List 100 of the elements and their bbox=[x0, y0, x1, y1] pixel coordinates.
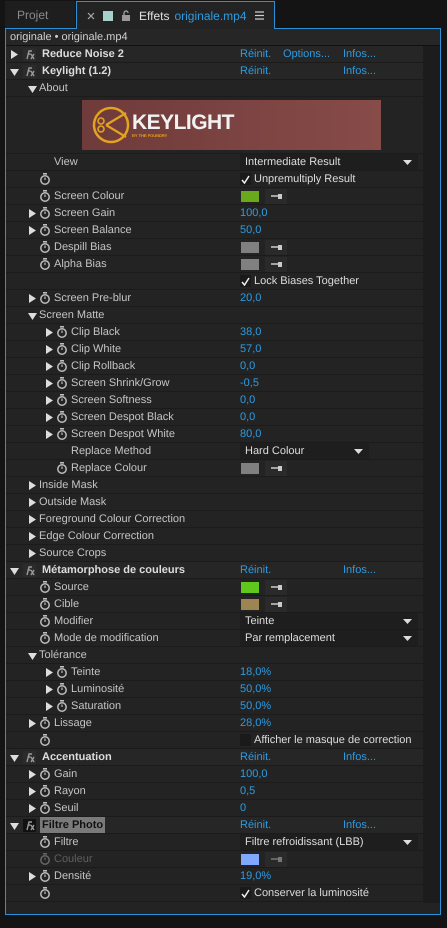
value-field[interactable]: 0,5 bbox=[240, 782, 256, 800]
disclosure-arrow-icon[interactable] bbox=[28, 208, 37, 218]
disclosure-arrow-icon[interactable] bbox=[28, 650, 37, 660]
value-field[interactable]: 0,0 bbox=[240, 392, 256, 408]
stopwatch-icon[interactable] bbox=[39, 785, 51, 797]
panel-tab[interactable]: Effets originale.mp4 bbox=[76, 1, 275, 29]
disclosure-arrow-icon[interactable] bbox=[45, 412, 54, 422]
effect-link[interactable]: Réinit. bbox=[240, 750, 272, 763]
group-label[interactable]: Foreground Colour Correction bbox=[39, 510, 186, 528]
stopwatch-icon[interactable] bbox=[56, 462, 68, 474]
effect-link[interactable]: Réinit. bbox=[240, 48, 272, 60]
close-icon[interactable] bbox=[87, 12, 95, 20]
color-swatch[interactable] bbox=[241, 190, 259, 202]
stopwatch-icon[interactable] bbox=[39, 734, 51, 746]
disclosure-arrow-icon[interactable] bbox=[28, 514, 37, 524]
stopwatch-icon[interactable] bbox=[39, 190, 51, 202]
effect-link[interactable]: Réinit. bbox=[240, 818, 272, 831]
disclosure-arrow-icon[interactable] bbox=[28, 718, 37, 728]
stopwatch-icon[interactable] bbox=[39, 224, 51, 236]
checkbox[interactable] bbox=[240, 275, 251, 287]
disclosure-arrow-icon[interactable] bbox=[45, 702, 54, 710]
stopwatch-icon[interactable] bbox=[39, 598, 51, 610]
disclosure-arrow-icon[interactable] bbox=[45, 362, 54, 370]
disclosure-arrow-icon[interactable] bbox=[10, 50, 19, 58]
value-field[interactable]: 50,0% bbox=[240, 680, 272, 698]
effect-name[interactable]: Reduce Noise 2 bbox=[40, 46, 126, 62]
value-field[interactable]: 20,0 bbox=[240, 290, 262, 306]
disclosure-arrow-icon[interactable] bbox=[10, 566, 19, 574]
effect-link[interactable]: Infos... bbox=[343, 564, 376, 576]
group-label[interactable]: Edge Colour Correction bbox=[39, 528, 154, 544]
disclosure-arrow-icon[interactable] bbox=[45, 430, 54, 438]
value-field[interactable]: 0 bbox=[240, 800, 246, 816]
value-field[interactable]: 0,0 bbox=[240, 358, 256, 374]
checkbox[interactable] bbox=[240, 173, 251, 185]
dropdown[interactable]: Teinte bbox=[240, 613, 418, 629]
disclosure-arrow-icon[interactable] bbox=[10, 752, 19, 762]
stopwatch-icon[interactable] bbox=[39, 207, 51, 219]
stopwatch-icon[interactable] bbox=[39, 615, 51, 627]
group-label[interactable]: Tolérance bbox=[39, 646, 87, 664]
dropdown[interactable]: Hard Colour bbox=[240, 443, 369, 459]
menu-icon[interactable] bbox=[254, 11, 264, 20]
dropdown[interactable]: Filtre refroidissant (LBB) bbox=[240, 834, 418, 850]
disclosure-arrow-icon[interactable] bbox=[45, 668, 54, 676]
stopwatch-icon[interactable] bbox=[56, 428, 68, 440]
disclosure-arrow-icon[interactable] bbox=[28, 226, 37, 234]
panel-tab[interactable]: Projet bbox=[5, 1, 75, 28]
disclosure-arrow-icon[interactable] bbox=[45, 684, 54, 694]
stopwatch-icon[interactable] bbox=[39, 632, 51, 644]
group-label[interactable]: Inside Mask bbox=[39, 476, 98, 494]
group-label[interactable]: Outside Mask bbox=[39, 494, 106, 510]
stopwatch-icon[interactable] bbox=[39, 768, 51, 780]
group-label[interactable]: About bbox=[39, 80, 68, 96]
disclosure-arrow-icon[interactable] bbox=[28, 532, 37, 540]
value-field[interactable]: 100,0 bbox=[240, 204, 268, 222]
disclosure-arrow-icon[interactable] bbox=[28, 498, 37, 506]
checkbox[interactable] bbox=[240, 887, 251, 899]
effect-name[interactable]: Métamorphose de couleurs bbox=[40, 562, 188, 578]
stopwatch-icon[interactable] bbox=[39, 870, 51, 882]
stopwatch-icon[interactable] bbox=[39, 581, 51, 593]
value-field[interactable]: 19,0% bbox=[240, 868, 272, 884]
group-label[interactable]: Screen Matte bbox=[39, 306, 104, 324]
stopwatch-icon[interactable] bbox=[39, 836, 51, 848]
disclosure-arrow-icon[interactable] bbox=[28, 786, 37, 796]
effect-link[interactable]: Infos... bbox=[343, 48, 376, 60]
group-label[interactable]: Source Crops bbox=[39, 544, 106, 562]
eyedropper-button[interactable] bbox=[265, 596, 287, 612]
stopwatch-icon[interactable] bbox=[39, 887, 51, 899]
effect-link[interactable]: Infos... bbox=[343, 64, 376, 77]
stopwatch-icon[interactable] bbox=[56, 377, 68, 389]
value-field[interactable]: 50,0 bbox=[240, 222, 262, 238]
effect-name[interactable]: Filtre Photo bbox=[40, 816, 106, 834]
disclosure-arrow-icon[interactable] bbox=[10, 66, 19, 76]
disclosure-arrow-icon[interactable] bbox=[28, 804, 37, 812]
dropdown[interactable]: Par remplacement bbox=[240, 630, 418, 646]
stopwatch-icon[interactable] bbox=[56, 343, 68, 355]
stopwatch-icon[interactable] bbox=[39, 258, 51, 270]
effect-link[interactable]: Options... bbox=[283, 48, 330, 60]
disclosure-arrow-icon[interactable] bbox=[28, 770, 37, 778]
value-field[interactable]: 18,0% bbox=[240, 664, 272, 680]
eyedropper-button[interactable] bbox=[265, 240, 287, 254]
disclosure-arrow-icon[interactable] bbox=[28, 310, 37, 320]
disclosure-arrow-icon[interactable] bbox=[45, 396, 54, 404]
eyedropper-button[interactable] bbox=[265, 188, 287, 204]
effect-name[interactable]: Keylight (1.2) bbox=[40, 62, 114, 80]
color-swatch[interactable] bbox=[241, 242, 259, 252]
value-field[interactable]: -0,5 bbox=[240, 374, 259, 392]
disclosure-arrow-icon[interactable] bbox=[45, 328, 54, 336]
color-swatch[interactable] bbox=[241, 582, 259, 592]
eyedropper-button[interactable] bbox=[265, 460, 287, 476]
value-field[interactable]: 38,0 bbox=[240, 324, 262, 340]
stopwatch-icon[interactable] bbox=[56, 326, 68, 338]
stopwatch-icon[interactable] bbox=[39, 173, 51, 185]
stopwatch-icon[interactable] bbox=[39, 241, 51, 253]
scrollbar-track[interactable] bbox=[423, 46, 440, 903]
stopwatch-icon[interactable] bbox=[56, 700, 68, 712]
disclosure-arrow-icon[interactable] bbox=[45, 344, 54, 354]
disclosure-arrow-icon[interactable] bbox=[28, 294, 37, 302]
lock-icon[interactable] bbox=[121, 10, 131, 21]
disclosure-arrow-icon[interactable] bbox=[10, 820, 19, 830]
stopwatch-icon[interactable] bbox=[39, 717, 51, 729]
